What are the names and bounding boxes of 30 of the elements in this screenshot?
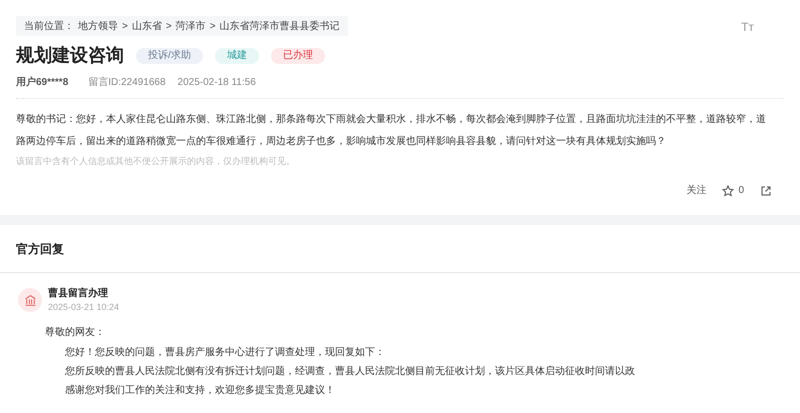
star-icon	[722, 184, 734, 196]
replier-name: 曹县留言办理	[48, 287, 109, 301]
reply-paragraph: 您好！您反映的问题，曹县房产服务中心进行了调查处理，现回复如下：	[64, 346, 386, 360]
page-title: 规划建设咨询	[16, 44, 124, 67]
tag: 已办理	[270, 48, 325, 64]
tag: 投诉/求助	[136, 48, 203, 64]
breadcrumb-link[interactable]: 山东省	[132, 18, 162, 34]
reply-paragraph: 感谢您对我们工作的关注和支持，欢迎您多提宝贵意见建议！	[64, 384, 336, 398]
reply-time: 2025-03-21 10:24	[48, 301, 120, 313]
reply-paragraph: 您所反映的曹县人民法院北侧有没有拆迁计划问题，经调查，曹县人民法院北侧目前无征收计划，该片区具体启动征收时间请以政	[64, 364, 636, 379]
post-time: 2025-02-18 11:56	[178, 76, 256, 90]
user-name: 用户69****8	[16, 75, 68, 90]
breadcrumb-separator: >	[122, 20, 128, 34]
reply-greeting: 尊敬的网友：	[45, 326, 106, 340]
breadcrumb-label: 当前位置：	[24, 20, 74, 34]
privacy-note: 该留言中含有个人信息或其他不便公开展示的内容，仅办理机构可见。	[16, 155, 296, 168]
breadcrumb-separator: >	[166, 20, 172, 34]
like-button[interactable]: 0	[722, 183, 744, 198]
share-icon[interactable]	[760, 184, 772, 196]
follow-button[interactable]: 关注	[686, 183, 706, 198]
like-count: 0	[738, 184, 744, 198]
breadcrumb-link[interactable]: 山东省菏泽市曹县县委书记	[220, 18, 340, 34]
breadcrumb-link[interactable]: 地方领导	[78, 18, 118, 34]
breadcrumb-separator: >	[210, 20, 216, 34]
message-text: 尊敬的书记：您好，本人家住昆仑山路东侧、珠江路北侧，那条路每次下雨就会大量积水，排水不畅，每次都会淹到脚脖子位置，且路面坑坑洼洼的不平整，道路较窄，道路两边停车后，留出来的道路稍微宽一点的车很难通行，周边老房子也多，影响城市发展也同样影响县容县貌，请问针对这一块有具体规划实施吗？	[16, 112, 767, 149]
tag: 城建	[214, 48, 259, 64]
building-icon	[24, 294, 36, 306]
message-id: 留言ID:22491668	[88, 76, 166, 90]
section-heading: 官方回复	[16, 240, 64, 258]
breadcrumb-link[interactable]: 菏泽市	[176, 18, 206, 34]
